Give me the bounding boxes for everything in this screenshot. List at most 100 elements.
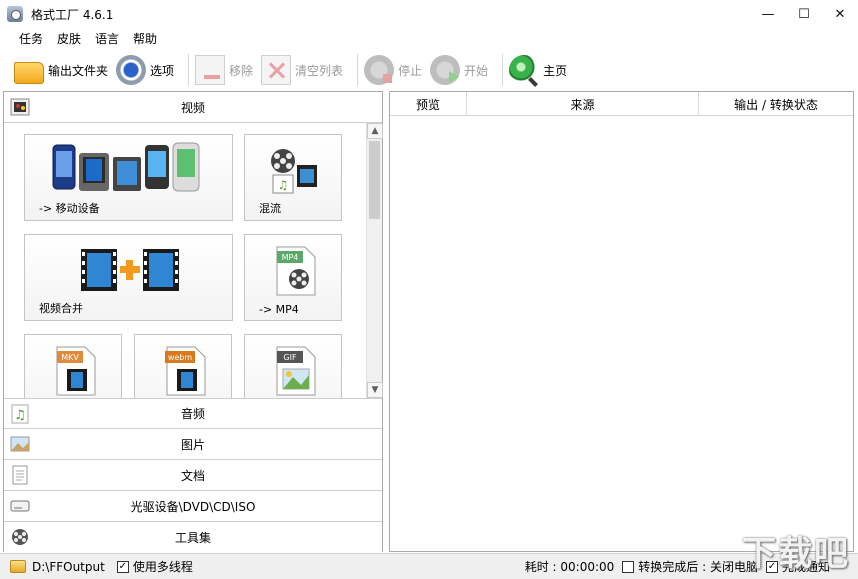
toolbar-separator (357, 54, 359, 86)
options-icon (116, 55, 147, 85)
webm-badge: webm (168, 353, 193, 362)
document-icon (12, 465, 28, 485)
category-toolbox[interactable]: 工具集 (4, 522, 382, 553)
video-tile-grid: -> 移动设备 ♫ 混流 视频合并 MP4 -> MP4 MKV webm GI… (4, 123, 366, 398)
clear-list-icon (261, 55, 292, 85)
title-bar: 格式工厂 4.6.1 — ☐ ✕ (0, 0, 858, 28)
toolbar-separator (188, 54, 190, 86)
after-done-checkbox[interactable] (622, 560, 635, 573)
scroll-thumb[interactable] (369, 141, 380, 219)
output-path: D:\FFOutput (32, 559, 105, 574)
svg-text:♫: ♫ (14, 408, 26, 423)
video-merge-icon (81, 249, 179, 291)
maximize-button[interactable]: ☐ (786, 0, 822, 28)
category-rom-device[interactable]: 光驱设备\DVD\CD\ISO (4, 491, 382, 522)
remove-button[interactable]: 移除 (195, 52, 261, 88)
column-output-status[interactable]: 输出 / 转换状态 (699, 92, 853, 116)
category-image-label: 图片 (180, 437, 205, 452)
tile-mobile-device[interactable]: -> 移动设备 (24, 134, 233, 221)
category-toolbox-label: 工具集 (174, 531, 211, 545)
column-source[interactable]: 来源 (467, 92, 699, 116)
start-icon (430, 55, 461, 85)
watermark-logo: 下载吧 (742, 534, 850, 574)
task-table-header: 预览 来源 输出 / 转换状态 (390, 92, 853, 116)
picture-icon (10, 436, 30, 452)
remove-icon (195, 55, 226, 85)
toolbar: 输出文件夹 选项 移除 清空列表 停止 开始 主页 (0, 49, 858, 91)
options-button[interactable]: 选项 (116, 52, 182, 88)
category-audio-label: 音频 (180, 407, 205, 421)
film-clapper-icon (10, 98, 30, 116)
tile-gif[interactable]: GIF (244, 334, 342, 398)
start-label: 开始 (464, 63, 489, 78)
clear-list-button[interactable]: 清空列表 (261, 52, 351, 88)
mux-reel-icon: ♫ (271, 149, 317, 194)
gif-file-icon: GIF (276, 346, 316, 396)
home-button[interactable]: 主页 (509, 52, 575, 88)
status-bar: D:\FFOutput ✓ 使用多线程 耗时 : 00:00:00 转换完成后 … (0, 553, 858, 579)
tile-mp4[interactable]: MP4 -> MP4 (244, 234, 342, 321)
mp4-badge: MP4 (282, 253, 299, 262)
output-folder-status-icon[interactable] (10, 560, 26, 573)
category-panel: 视频 -> 移动设备 ♫ 混流 视频合并 MP4 -> MP4 MKV webm… (3, 91, 383, 553)
multithread-option[interactable]: ✓ 使用多线程 (116, 558, 193, 575)
tile-video-merge-label: 视频合并 (39, 302, 83, 315)
stop-button[interactable]: 停止 (364, 52, 430, 88)
mkv-badge: MKV (61, 353, 79, 362)
start-button[interactable]: 开始 (430, 52, 496, 88)
window-title: 格式工厂 4.6.1 (31, 7, 114, 22)
music-note-icon: ♫ (11, 404, 29, 424)
svg-text:♫: ♫ (278, 178, 289, 192)
app-icon (7, 6, 23, 22)
options-label: 选项 (150, 63, 175, 78)
menu-bar: 任务 皮肤 语言 帮助 (0, 28, 858, 48)
tile-mkv[interactable]: MKV (24, 334, 122, 398)
scroll-down-icon[interactable]: ▼ (367, 382, 383, 398)
toolbar-separator (502, 54, 504, 86)
menu-help[interactable]: 帮助 (126, 30, 164, 47)
disc-drive-icon (10, 500, 30, 512)
elapsed-time: 耗时 : 00:00:00 (524, 560, 615, 574)
tile-scrollbar[interactable]: ▲ ▼ (366, 123, 383, 398)
minimize-button[interactable]: — (750, 0, 786, 28)
folder-icon (14, 62, 44, 84)
mobile-devices-icon (52, 142, 200, 192)
tile-webm[interactable]: webm (134, 334, 232, 398)
category-rom-device-label: 光驱设备\DVD\CD\ISO (130, 499, 256, 514)
multithread-label: 使用多线程 (132, 560, 193, 574)
menu-skin[interactable]: 皮肤 (50, 30, 88, 47)
tile-mux[interactable]: ♫ 混流 (244, 134, 342, 221)
menu-task[interactable]: 任务 (12, 30, 50, 47)
task-list-panel: 预览 来源 输出 / 转换状态 (389, 91, 854, 552)
scroll-up-icon[interactable]: ▲ (367, 123, 383, 139)
category-audio[interactable]: ♫ 音频 (4, 398, 382, 429)
stop-icon (364, 55, 395, 85)
close-button[interactable]: ✕ (822, 0, 858, 28)
after-done-option[interactable]: 转换完成后 : 关闭电脑 (622, 558, 758, 575)
category-image[interactable]: 图片 (4, 429, 382, 460)
column-preview[interactable]: 预览 (390, 92, 467, 116)
mkv-file-icon: MKV (56, 346, 96, 396)
stop-label: 停止 (398, 63, 423, 78)
menu-language[interactable]: 语言 (88, 30, 126, 47)
output-folder-button[interactable]: 输出文件夹 (14, 52, 116, 88)
category-video-label: 视频 (180, 100, 205, 115)
tile-mobile-device-label: -> 移动设备 (39, 202, 100, 215)
after-done-label: 转换完成后 : 关闭电脑 (638, 560, 758, 574)
tile-mux-label: 混流 (259, 202, 281, 215)
category-document-label: 文档 (180, 468, 205, 483)
remove-label: 移除 (229, 63, 254, 78)
home-label: 主页 (543, 63, 568, 78)
category-video[interactable]: 视频 (4, 92, 382, 123)
tile-video-merge[interactable]: 视频合并 (24, 234, 233, 321)
gif-badge: GIF (283, 353, 297, 362)
mp4-file-icon: MP4 (276, 246, 316, 296)
tile-mp4-label: -> MP4 (259, 303, 299, 316)
webm-file-icon: webm (165, 346, 206, 396)
clear-list-label: 清空列表 (295, 63, 344, 78)
multithread-checkbox[interactable]: ✓ (116, 560, 129, 573)
output-folder-label: 输出文件夹 (48, 63, 109, 78)
toolbox-reel-icon (12, 529, 28, 545)
window-controls: — ☐ ✕ (750, 0, 858, 28)
category-document[interactable]: 文档 (4, 460, 382, 491)
